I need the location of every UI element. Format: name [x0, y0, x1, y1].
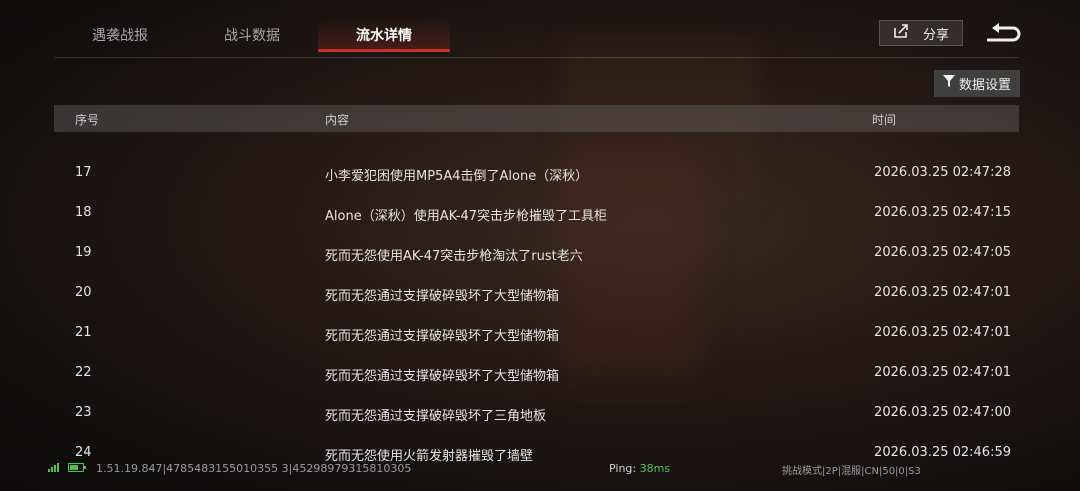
tab-combat-data[interactable]: 战斗数据: [186, 18, 318, 52]
row-content: 死而无怨通过支撑破碎毁坏了三角地板: [325, 409, 547, 424]
row-content: Alone（深秋）使用AK-47突击步枪摧毁了工具柜: [325, 209, 607, 224]
row-index: 21: [75, 325, 92, 340]
row-time: 2026.03.25 02:47:01: [874, 325, 1011, 340]
row-index: 20: [75, 285, 92, 300]
row-index: 17: [75, 165, 92, 180]
data-settings-button[interactable]: 数据设置: [934, 70, 1020, 97]
status-bar: 1.51.19.847|4785483155010355 3|452989793…: [0, 456, 1080, 480]
column-header-time: 时间: [872, 113, 897, 127]
divider: [54, 57, 1019, 58]
table-row: 21 死而无怨通过支撑破碎毁坏了大型储物箱 2026.03.25 02:47:0…: [54, 312, 1019, 352]
column-header-index: 序号: [75, 113, 100, 127]
table-row: 19 死而无怨使用AK-47突击步枪淘汰了rust老六 2026.03.25 0…: [54, 232, 1019, 272]
row-index: 19: [75, 245, 92, 260]
match-mode-info: 挑战模式|2P|混服|CN|50|0|S3: [782, 466, 921, 477]
row-index: 18: [75, 205, 92, 220]
battery-icon: [68, 463, 86, 472]
row-content: 死而无怨通过支撑破碎毁坏了大型储物箱: [325, 369, 560, 384]
tab-bar: 遇袭战报 战斗数据 流水详情: [54, 18, 450, 52]
back-button[interactable]: [985, 22, 1023, 46]
build-info: 1.51.19.847|4785483155010355 3|452989793…: [96, 462, 412, 475]
filter-icon: [942, 75, 955, 92]
row-time: 2026.03.25 02:47:01: [874, 285, 1011, 300]
signal-icon: [48, 463, 59, 472]
row-time: 2026.03.25 02:47:00: [874, 405, 1011, 420]
row-time: 2026.03.25 02:47:05: [874, 245, 1011, 260]
table-header: 序号 内容 时间: [54, 105, 1019, 132]
ping-value: 38ms: [639, 462, 671, 475]
table-row: 22 死而无怨通过支撑破碎毁坏了大型储物箱 2026.03.25 02:47:0…: [54, 352, 1019, 392]
data-settings-label: 数据设置: [958, 78, 1011, 93]
row-content: 死而无怨通过支撑破碎毁坏了大型储物箱: [325, 329, 560, 344]
column-header-content: 内容: [325, 113, 350, 127]
table-row: 17 小李爱犯困使用MP5A4击倒了Alone（深秋） 2026.03.25 0…: [54, 152, 1019, 192]
row-time: 2026.03.25 02:47:28: [874, 165, 1011, 180]
row-content: 死而无怨通过支撑破碎毁坏了大型储物箱: [325, 289, 560, 304]
share-icon: [893, 23, 909, 43]
table-row: 18 Alone（深秋）使用AK-47突击步枪摧毁了工具柜 2026.03.25…: [54, 192, 1019, 232]
ping-readout: Ping: 38ms: [609, 462, 670, 475]
row-time: 2026.03.25 02:47:15: [874, 205, 1011, 220]
row-time: 2026.03.25 02:47:01: [874, 365, 1011, 380]
table-row: 20 死而无怨通过支撑破碎毁坏了大型储物箱 2026.03.25 02:47:0…: [54, 272, 1019, 312]
row-content: 小李爱犯困使用MP5A4击倒了Alone（深秋）: [325, 169, 589, 184]
back-arrow-icon: [987, 23, 1021, 42]
share-button[interactable]: 分享: [879, 20, 963, 46]
row-content: 死而无怨使用AK-47突击步枪淘汰了rust老六: [325, 249, 583, 264]
tab-flow-details[interactable]: 流水详情: [318, 18, 450, 52]
tab-ambush-report[interactable]: 遇袭战报: [54, 18, 186, 52]
table-body[interactable]: 17 小李爱犯困使用MP5A4击倒了Alone（深秋） 2026.03.25 0…: [54, 152, 1019, 472]
table-row: 23 死而无怨通过支撑破碎毁坏了三角地板 2026.03.25 02:47:00: [54, 392, 1019, 432]
row-index: 23: [75, 405, 92, 420]
share-label: 分享: [922, 27, 949, 43]
row-index: 22: [75, 365, 92, 380]
ping-label: Ping:: [609, 462, 640, 475]
